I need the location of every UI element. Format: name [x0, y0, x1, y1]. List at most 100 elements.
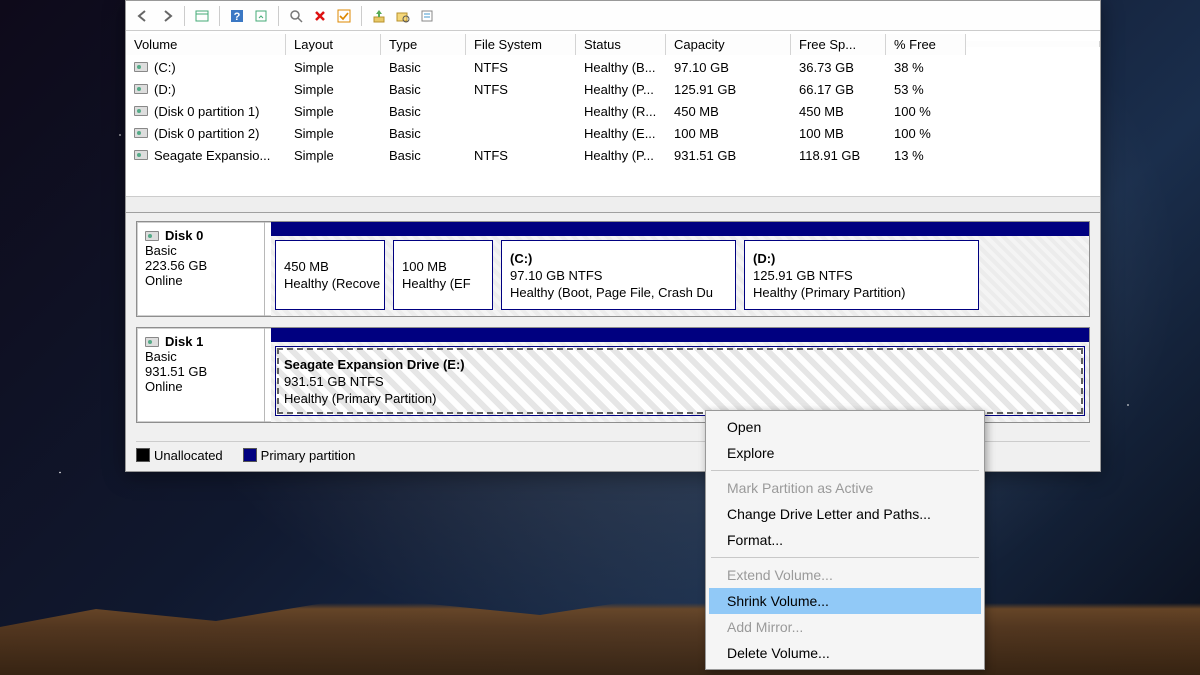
col-status[interactable]: Status [576, 34, 666, 55]
partition[interactable]: (D:)125.91 GB NTFSHealthy (Primary Parti… [744, 240, 979, 310]
delete-icon[interactable] [309, 5, 331, 27]
volume-pct: 100 % [886, 104, 966, 119]
disk-1-title: Disk 1 [165, 334, 203, 349]
volume-layout: Simple [286, 148, 381, 163]
up-arrow-icon[interactable] [368, 5, 390, 27]
partition[interactable]: 100 MB Healthy (EF [393, 240, 493, 310]
col-pctfree[interactable]: % Free [886, 34, 966, 55]
volume-type: Basic [381, 104, 466, 119]
forward-button[interactable] [156, 5, 178, 27]
drive-icon [134, 84, 148, 94]
disk-0-state: Online [145, 273, 256, 288]
volume-status: Healthy (P... [576, 148, 666, 163]
menu-item-change-drive-letter-and-paths[interactable]: Change Drive Letter and Paths... [709, 501, 981, 527]
partition-e[interactable]: Seagate Expansion Drive (E:) 931.51 GB N… [275, 346, 1085, 416]
partition-status: Healthy (EF [402, 276, 484, 291]
volume-status: Healthy (P... [576, 82, 666, 97]
hscrollbar[interactable] [126, 196, 1100, 212]
menu-item-format[interactable]: Format... [709, 527, 981, 553]
volume-free: 118.91 GB [791, 148, 886, 163]
drive-icon [134, 62, 148, 72]
menu-item-delete-volume[interactable]: Delete Volume... [709, 640, 981, 666]
search-icon[interactable] [285, 5, 307, 27]
legend-primary-label: Primary partition [261, 448, 356, 463]
disk-graphical-area: Disk 0 Basic 223.56 GB Online 450 MB Heal… [126, 213, 1100, 437]
volume-capacity: 450 MB [666, 104, 791, 119]
volume-name: Seagate Expansio... [154, 148, 270, 163]
volume-type: Basic [381, 126, 466, 141]
volume-row[interactable]: (D:)SimpleBasicNTFSHealthy (P...125.91 G… [126, 78, 1100, 100]
volume-pct: 38 % [886, 60, 966, 75]
disk-management-window: ? Volume Layout Type File Syst [125, 0, 1101, 472]
volume-free: 36.73 GB [791, 60, 886, 75]
volume-list-header[interactable]: Volume Layout Type File System Status Ca… [126, 32, 1100, 56]
col-capacity[interactable]: Capacity [666, 34, 791, 55]
disk-icon [145, 231, 159, 241]
disk-0-kind: Basic [145, 243, 256, 258]
legend-unallocated-label: Unallocated [154, 448, 223, 463]
properties-icon[interactable] [416, 5, 438, 27]
disk-1-state: Online [145, 379, 256, 394]
disk-1-size: 931.51 GB [145, 364, 256, 379]
partition-status: Healthy (Recove [284, 276, 376, 291]
volume-row[interactable]: (Disk 0 partition 1) SimpleBasic Healthy (… [126, 100, 1100, 122]
volume-row[interactable]: Seagate Expansio...SimpleBasicNTFSHealth… [126, 144, 1100, 166]
partition-size: 450 MB [284, 259, 376, 274]
partition-e-size: 931.51 GB NTFS [284, 374, 1076, 389]
volume-layout: Simple [286, 104, 381, 119]
volume-status: Healthy (R... [576, 104, 666, 119]
find-folder-icon[interactable] [392, 5, 414, 27]
disk-0-info[interactable]: Disk 0 Basic 223.56 GB Online [137, 222, 265, 316]
drive-icon [134, 150, 148, 160]
volume-capacity: 97.10 GB [666, 60, 791, 75]
volume-free: 100 MB [791, 126, 886, 141]
volume-capacity: 931.51 GB [666, 148, 791, 163]
col-volume[interactable]: Volume [126, 34, 286, 55]
partition-status: Healthy (Boot, Page File, Crash Du [510, 285, 727, 300]
disk-1-info[interactable]: Disk 1 Basic 931.51 GB Online [137, 328, 265, 422]
partition[interactable]: 450 MB Healthy (Recove [275, 240, 385, 310]
menu-separator [711, 557, 979, 558]
disk-0-title: Disk 0 [165, 228, 203, 243]
view-button[interactable] [191, 5, 213, 27]
volume-free: 450 MB [791, 104, 886, 119]
volume-name: (Disk 0 partition 2) [154, 126, 259, 141]
disk-0-stripe [271, 222, 1089, 236]
disk-1-block: Disk 1 Basic 931.51 GB Online Seagate Ex… [136, 327, 1090, 423]
col-filesystem[interactable]: File System [466, 34, 576, 55]
refresh-button[interactable] [250, 5, 272, 27]
menu-item-add-mirror: Add Mirror... [709, 614, 981, 640]
check-icon[interactable] [333, 5, 355, 27]
volume-capacity: 125.91 GB [666, 82, 791, 97]
partition-status: Healthy (Primary Partition) [753, 285, 970, 300]
volume-capacity: 100 MB [666, 126, 791, 141]
disk-1-stripe [271, 328, 1089, 342]
menu-item-open[interactable]: Open [709, 414, 981, 440]
col-layout[interactable]: Layout [286, 34, 381, 55]
volume-status: Healthy (E... [576, 126, 666, 141]
disk-0-size: 223.56 GB [145, 258, 256, 273]
col-freespace[interactable]: Free Sp... [791, 34, 886, 55]
volume-pct: 53 % [886, 82, 966, 97]
menu-item-mark-partition-as-active: Mark Partition as Active [709, 475, 981, 501]
back-button[interactable] [132, 5, 154, 27]
menu-item-shrink-volume[interactable]: Shrink Volume... [709, 588, 981, 614]
volume-pct: 13 % [886, 148, 966, 163]
volume-row[interactable]: (Disk 0 partition 2)SimpleBasicHealthy (… [126, 122, 1100, 144]
col-type[interactable]: Type [381, 34, 466, 55]
disk-1-kind: Basic [145, 349, 256, 364]
help-button[interactable]: ? [226, 5, 248, 27]
legend-swatch-unallocated [136, 448, 150, 462]
partition[interactable]: (C:)97.10 GB NTFSHealthy (Boot, Page Fil… [501, 240, 736, 310]
volume-fs: NTFS [466, 60, 576, 75]
context-menu: OpenExplore Mark Partition as ActiveChang… [705, 410, 985, 670]
menu-item-explore[interactable]: Explore [709, 440, 981, 466]
volume-name: (Disk 0 partition 1) [154, 104, 259, 119]
partition-size: 100 MB [402, 259, 484, 274]
menu-item-extend-volume: Extend Volume... [709, 562, 981, 588]
legend-swatch-primary [243, 448, 257, 462]
volume-layout: Simple [286, 60, 381, 75]
volume-pct: 100 % [886, 126, 966, 141]
volume-row[interactable]: (C:)SimpleBasicNTFSHealthy (B...97.10 GB… [126, 56, 1100, 78]
volume-type: Basic [381, 60, 466, 75]
